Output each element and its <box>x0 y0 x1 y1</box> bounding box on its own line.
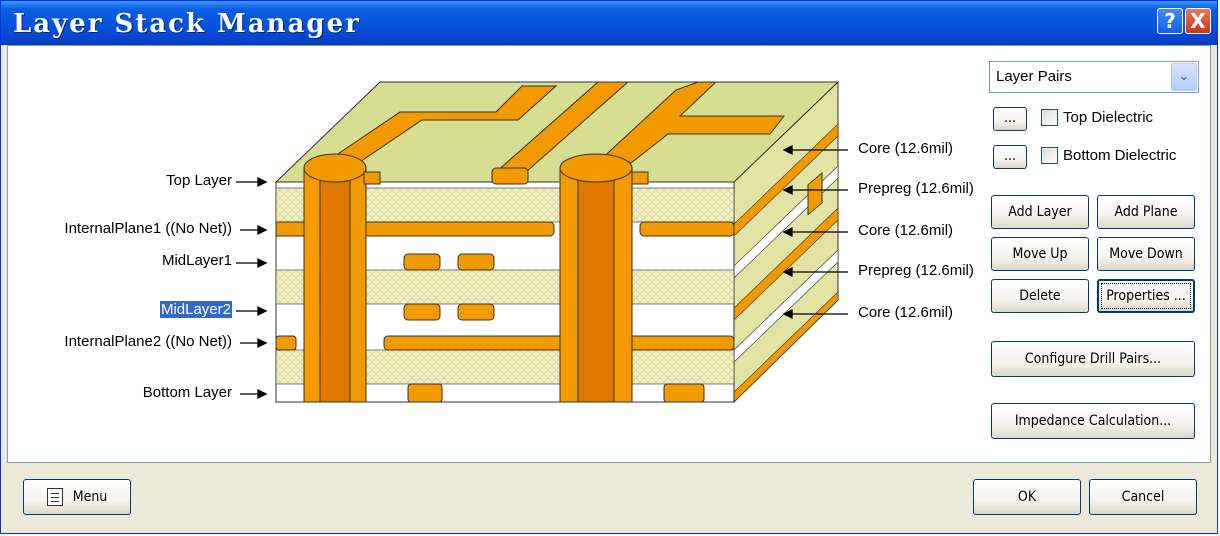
label-prepreg-1[interactable]: Prepreg (12.6mil) <box>858 180 974 197</box>
layer-stack-manager-window: Layer Stack Manager ? X Top Layer Intern… <box>0 0 1218 534</box>
label-prepreg-2[interactable]: Prepreg (12.6mil) <box>858 262 974 279</box>
ok-button[interactable]: OK <box>973 479 1081 515</box>
move-up-button[interactable]: Move Up <box>991 237 1089 271</box>
menu-icon <box>46 488 63 506</box>
bottom-dielectric-label: Bottom Dielectric <box>1063 147 1177 164</box>
move-down-button[interactable]: Move Down <box>1097 237 1195 271</box>
add-plane-button[interactable]: Add Plane <box>1097 195 1195 229</box>
window-title: Layer Stack Manager <box>13 9 361 39</box>
label-core-1[interactable]: Core (12.6mil) <box>858 140 953 157</box>
chevron-down-icon[interactable]: ⌄ <box>1171 63 1197 91</box>
label-core-3[interactable]: Core (12.6mil) <box>858 304 953 321</box>
top-dielectric-checkbox[interactable] <box>1041 109 1058 126</box>
menu-button[interactable]: Menu <box>23 479 131 515</box>
title-bar[interactable]: Layer Stack Manager ? X <box>1 1 1217 45</box>
top-dielectric-label: Top Dielectric <box>1063 109 1154 126</box>
label-internal-plane-2[interactable]: InternalPlane2 ((No Net)) <box>64 333 232 350</box>
menu-label: Menu <box>72 489 108 505</box>
configure-drill-pairs-button[interactable]: Configure Drill Pairs... <box>991 341 1195 377</box>
layer-pairs-dropdown[interactable]: Layer Pairs ⌄ <box>989 61 1199 93</box>
impedance-calculation-button[interactable]: Impedance Calculation... <box>991 403 1195 439</box>
label-midlayer-2-selected[interactable]: MidLayer2 <box>159 301 232 318</box>
label-midlayer-1[interactable]: MidLayer1 <box>162 252 232 269</box>
layer-pairs-value: Layer Pairs <box>996 68 1072 85</box>
top-dielectric-ellipsis-button[interactable]: ... <box>993 107 1027 131</box>
bottom-dielectric-checkbox[interactable] <box>1041 147 1058 164</box>
close-button[interactable]: X <box>1185 8 1211 34</box>
help-button[interactable]: ? <box>1157 8 1183 34</box>
label-internal-plane-1[interactable]: InternalPlane1 ((No Net)) <box>64 220 232 237</box>
label-top-layer[interactable]: Top Layer <box>166 172 232 189</box>
cancel-button[interactable]: Cancel <box>1089 479 1197 515</box>
add-layer-button[interactable]: Add Layer <box>991 195 1089 229</box>
bottom-dielectric-ellipsis-button[interactable]: ... <box>993 145 1027 169</box>
label-bottom-layer[interactable]: Bottom Layer <box>143 384 232 401</box>
delete-button[interactable]: Delete <box>991 279 1089 313</box>
label-core-2[interactable]: Core (12.6mil) <box>858 222 953 239</box>
properties-button[interactable]: Properties ... <box>1097 279 1195 313</box>
